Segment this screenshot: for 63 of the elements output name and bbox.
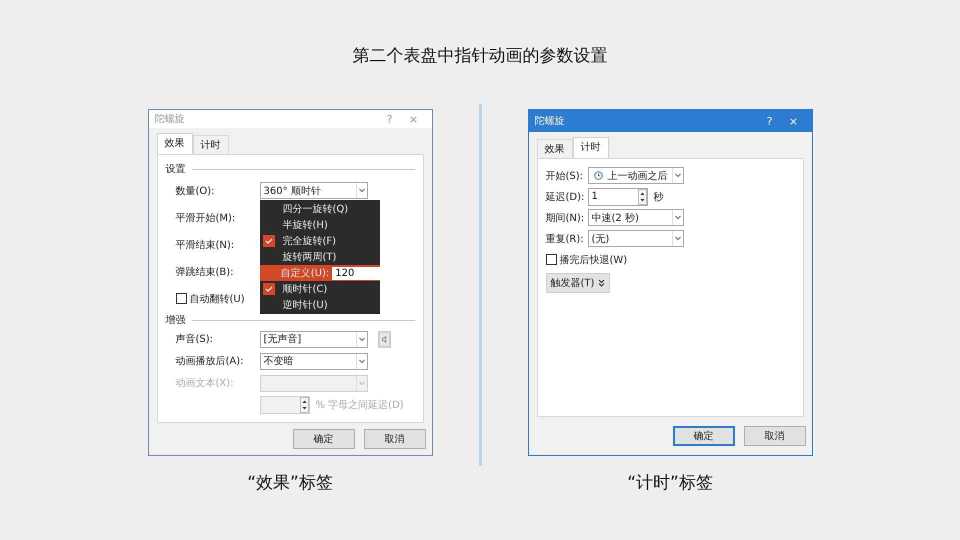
- slide-title: 第二个表盘中指针动画的参数设置: [352, 46, 608, 66]
- tab[interactable]: 效果: [156, 133, 192, 154]
- caret-icon: [356, 332, 366, 347]
- dialog-button[interactable]: 取消: [744, 426, 806, 446]
- number-field[interactable]: 1: [588, 188, 648, 206]
- checkbox[interactable]: [546, 254, 556, 265]
- tab[interactable]: 计时: [192, 135, 228, 154]
- field-label: 重复(R):: [546, 232, 585, 246]
- field-label: 平滑开始(M):: [176, 212, 236, 225]
- field-label: 延迟(D):: [546, 190, 586, 204]
- check-icon: [262, 283, 274, 296]
- field-label: 数量(O):: [176, 184, 216, 198]
- field-label: 平滑结束(N):: [176, 238, 236, 252]
- clock-icon: [594, 171, 602, 180]
- menu-item[interactable]: 自定义(U): 120: [260, 265, 380, 282]
- caret-icon: [672, 231, 682, 246]
- checkbox-label: 自动翻转(U): [190, 292, 245, 306]
- caption: “效果”标签: [247, 472, 333, 494]
- menu-item[interactable]: 四分一旋转(Q): [260, 201, 380, 218]
- dropdown[interactable]: (无): [588, 230, 684, 247]
- group-heading: 设置: [166, 162, 186, 176]
- field-label: 动画播放后(A):: [176, 354, 245, 368]
- unit-label: % 字母之间延迟(D): [316, 398, 404, 412]
- value-field[interactable]: 120: [332, 266, 380, 280]
- caption: “计时”标签: [627, 472, 713, 494]
- window-title: 陀螺旋: [154, 112, 186, 126]
- close-button[interactable]: ×: [782, 114, 806, 128]
- menu-item[interactable]: 半旋转(H): [260, 217, 380, 234]
- dialog-button[interactable]: 取消: [364, 429, 426, 450]
- dropdown[interactable]: [无声音]: [260, 330, 368, 348]
- menu-item[interactable]: 顺时针(C): [260, 281, 380, 298]
- caret-icon: [672, 210, 682, 225]
- unit-label: 秒: [654, 190, 664, 204]
- speaker-button[interactable]: [378, 330, 390, 348]
- caret-icon: [672, 168, 682, 183]
- field-label: 声音(S):: [176, 332, 214, 346]
- field-label: 动画文本(X):: [176, 376, 235, 390]
- field-label: 开始(S):: [546, 170, 584, 182]
- menu-item[interactable]: 旋转两周(T): [260, 249, 380, 266]
- field-label: 期间(N):: [546, 212, 586, 224]
- help-button[interactable]: ?: [758, 114, 782, 128]
- double-caret-icon: [598, 278, 606, 286]
- menu-item[interactable]: 逆时针(U): [260, 297, 380, 314]
- trigger-button[interactable]: 触发器(T): [546, 272, 610, 292]
- dropdown[interactable]: 上一动画之后: [588, 167, 684, 184]
- caret-icon: [356, 354, 366, 369]
- tab[interactable]: 计时: [572, 137, 608, 158]
- menu-item[interactable]: 完全旋转(F): [260, 233, 380, 250]
- dialog-button[interactable]: 确定: [672, 426, 734, 446]
- checkbox-label: 播完后快退(W): [560, 254, 628, 266]
- dropdown[interactable]: 不变暗: [260, 352, 368, 370]
- window-title: 陀螺旋: [534, 114, 566, 128]
- spinner-arrows-icon: [638, 188, 646, 204]
- caret-icon: [356, 183, 366, 198]
- group-heading: 增强: [166, 314, 186, 328]
- spinner-arrows-icon: [300, 397, 308, 414]
- checkbox[interactable]: [176, 293, 186, 304]
- check-icon: [262, 235, 274, 248]
- caret-icon: [356, 376, 366, 391]
- field-label: 弹跳结束(B):: [176, 266, 235, 279]
- dropdown[interactable]: 中速(2 秒): [588, 209, 684, 226]
- tab[interactable]: 效果: [536, 139, 572, 158]
- dialog-button[interactable]: 确定: [292, 429, 354, 450]
